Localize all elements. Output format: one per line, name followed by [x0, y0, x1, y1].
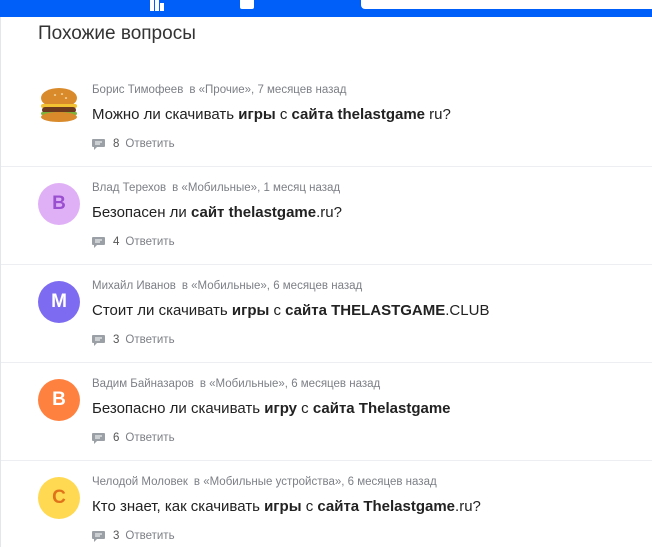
avatar[interactable]	[38, 85, 80, 127]
question-text-bold: игру	[264, 400, 298, 417]
question-item: С Челодой Моловек в «Мобильные устройства…	[1, 461, 652, 559]
question-text: с	[301, 498, 318, 515]
question-item: В Влад Терехов в «Мобильные», 1 месяц наз…	[1, 167, 652, 265]
reply-link[interactable]: Ответить	[125, 334, 174, 346]
question-title[interactable]: Кто знает, как скачивать игры с сайта Th…	[92, 498, 481, 515]
top-navigation-bar	[0, 0, 652, 17]
author-name[interactable]: Челодой Моловек	[92, 476, 188, 488]
timestamp: 6 месяцев назад	[347, 476, 437, 488]
reply-link[interactable]: Ответить	[125, 432, 174, 444]
question-actions: 3 Ответить	[92, 530, 175, 542]
avatar[interactable]: В	[38, 379, 80, 421]
comment-icon	[92, 530, 105, 542]
category[interactable]: в «Мобильные»	[182, 280, 267, 292]
question-meta: Михайл Иванов в «Мобильные», 6 месяцев на…	[92, 280, 363, 292]
question-text-bold: сайта Thelastgame	[312, 400, 451, 417]
author-name[interactable]: Влад Терехов	[92, 182, 166, 194]
question-actions: 3 Ответить	[92, 334, 175, 346]
question-meta: Вадим Байназаров в «Мобильные», 6 месяцев…	[92, 378, 381, 390]
author-name[interactable]: Михайл Иванов	[92, 280, 176, 292]
question-title[interactable]: Безопасен ли сайт thelastgame.ru?	[92, 204, 342, 221]
question-item: В Вадим Байназаров в «Мобильные», 6 месяц…	[1, 363, 652, 461]
question-text-bold: сайт thelastgame	[190, 204, 317, 221]
question-meta: Челодой Моловек в «Мобильные устройства»,…	[92, 476, 437, 488]
question-text-bold: игры	[231, 302, 270, 319]
comment-icon	[92, 432, 105, 444]
question-text: с	[275, 106, 292, 123]
avatar-letter: С	[52, 487, 66, 508]
question-text: Можно ли скачивать	[92, 106, 239, 123]
question-text: .ru?	[455, 498, 481, 515]
question-meta: Влад Терехов в «Мобильные», 1 месяц назад	[92, 182, 341, 194]
category[interactable]: в «Мобильные»	[200, 378, 285, 390]
question-meta: Борис Тимофеев в «Прочие», 7 месяцев наза…	[92, 84, 347, 96]
mail-icon[interactable]	[240, 0, 254, 9]
question-item: Борис Тимофеев в «Прочие», 7 месяцев наза…	[1, 69, 652, 167]
category[interactable]: в «Мобильные устройства»	[194, 476, 341, 488]
section-title: Похожие вопросы	[38, 23, 196, 44]
category[interactable]: в «Мобильные»	[172, 182, 257, 194]
timestamp: 6 месяцев назад	[273, 280, 363, 292]
reply-link[interactable]: Ответить	[125, 530, 174, 542]
question-text: .ru?	[316, 204, 342, 221]
author-name[interactable]: Борис Тимофеев	[92, 84, 183, 96]
question-actions: 6 Ответить	[92, 432, 175, 444]
question-text: Кто знает, как скачивать	[92, 498, 265, 515]
question-text: Стоит ли скачивать	[92, 302, 232, 319]
answer-count: 8	[113, 138, 120, 150]
avatar-letter: М	[51, 291, 67, 312]
question-title[interactable]: Стоит ли скачивать игры с сайта THELASTG…	[92, 302, 489, 319]
question-text-bold: сайта Thelastgame	[317, 498, 456, 515]
comment-icon	[92, 334, 105, 346]
reply-link[interactable]: Ответить	[125, 236, 174, 248]
burger-icon	[41, 88, 77, 122]
answer-count: 6	[113, 432, 120, 444]
comment-icon	[92, 236, 105, 248]
question-actions: 8 Ответить	[92, 138, 175, 150]
question-text: с	[297, 400, 313, 417]
timestamp: 1 месяц назад	[263, 182, 341, 194]
question-title[interactable]: Безопасно ли скачивать игру с сайта Thel…	[92, 400, 451, 417]
avatar-letter: В	[52, 193, 66, 214]
avatar[interactable]: С	[38, 477, 80, 519]
answer-count: 3	[113, 334, 120, 346]
answer-count: 3	[113, 530, 120, 542]
question-text: с	[269, 302, 286, 319]
avatar[interactable]: М	[38, 281, 80, 323]
question-title[interactable]: Можно ли скачивать игры с сайта thelastg…	[92, 106, 451, 123]
question-text: ru?	[425, 106, 451, 123]
timestamp: 6 месяцев назад	[291, 378, 381, 390]
search-input[interactable]	[361, 0, 652, 9]
category[interactable]: в «Прочие»	[189, 84, 251, 96]
author-name[interactable]: Вадим Байназаров	[92, 378, 194, 390]
answer-count: 4	[113, 236, 120, 248]
apps-grid-icon[interactable]	[150, 0, 164, 11]
question-text-bold: сайта thelastgame	[291, 106, 426, 123]
timestamp: 7 месяцев назад	[257, 84, 347, 96]
question-text-bold: игры	[264, 498, 302, 515]
question-text: Безопасен ли	[92, 204, 191, 221]
reply-link[interactable]: Ответить	[125, 138, 174, 150]
question-text-bold: сайта THELASTGAME	[285, 302, 446, 319]
question-text: Безопасно ли скачивать	[92, 400, 265, 417]
comment-icon	[92, 138, 105, 150]
question-text: .CLUB	[445, 302, 490, 319]
avatar[interactable]: В	[38, 183, 80, 225]
question-text-bold: игры	[238, 106, 276, 123]
avatar-letter: В	[52, 389, 66, 410]
similar-questions-panel: Похожие вопросы Борис Тимофеев в «Прочие»…	[0, 17, 652, 547]
question-actions: 4 Ответить	[92, 236, 175, 248]
question-item: М Михайл Иванов в «Мобильные», 6 месяцев …	[1, 265, 652, 363]
